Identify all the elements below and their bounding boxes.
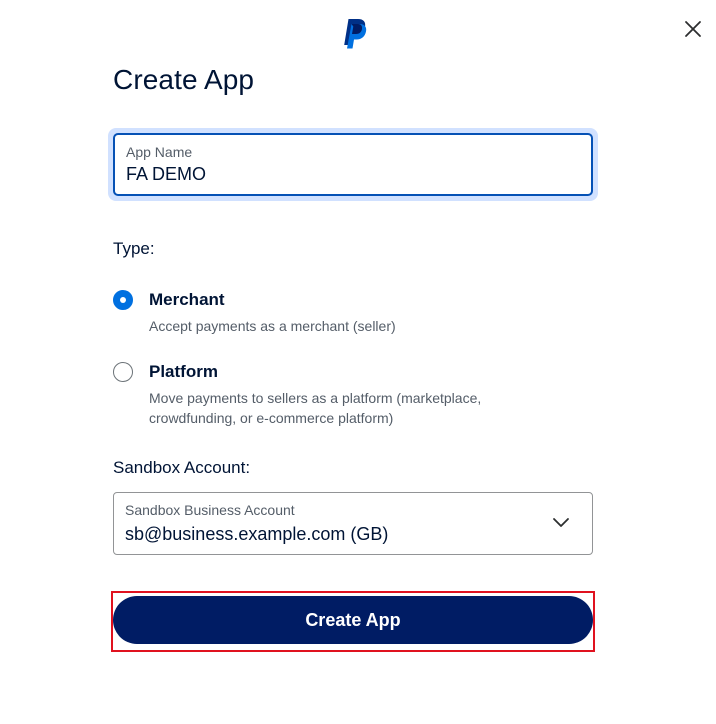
platform-radio[interactable] [113,362,133,382]
sandbox-select-value: sb@business.example.com (GB) [125,524,389,544]
app-name-value[interactable]: FA DEMO [126,164,206,185]
platform-option-description-2: crowdfunding, or e-commerce platform) [149,410,394,426]
page-title: Create App [113,64,255,95]
create-app-button[interactable]: Create App [113,596,593,644]
create-app-dialog: Create App App Name FA DEMO Type: Mercha… [0,0,716,724]
close-icon[interactable] [680,16,706,42]
sandbox-account-label: Sandbox Account: [113,458,251,477]
app-name-label: App Name [126,144,193,160]
sandbox-account-select[interactable]: Sandbox Business Account sb@business.exa… [113,492,593,555]
platform-option-description: Move payments to sellers as a platform (… [149,390,482,406]
sandbox-select-label: Sandbox Business Account [125,502,295,518]
app-name-input[interactable]: App Name FA DEMO [113,133,593,196]
merchant-radio[interactable] [113,290,133,310]
merchant-option-description: Accept payments as a merchant (seller) [149,318,396,334]
chevron-down-icon[interactable] [551,515,571,531]
platform-option-title[interactable]: Platform [149,362,218,382]
merchant-option-title[interactable]: Merchant [149,290,225,310]
type-label: Type: [113,239,155,258]
paypal-logo-icon [344,19,367,49]
